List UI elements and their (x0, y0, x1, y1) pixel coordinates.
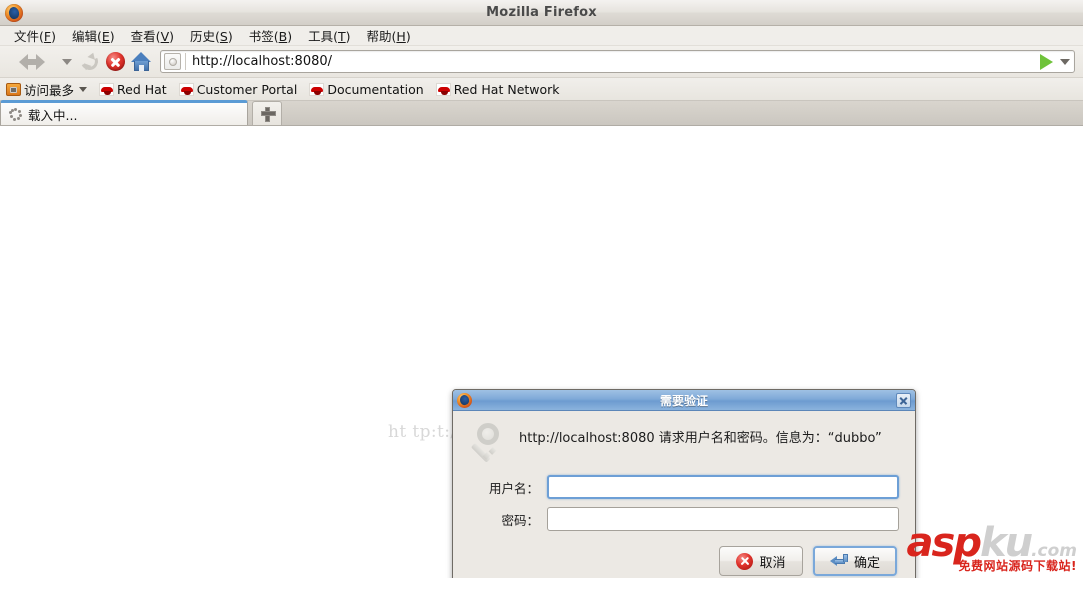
cancel-button[interactable]: 取消 (719, 546, 803, 576)
close-icon[interactable] (896, 392, 911, 408)
username-input[interactable] (547, 475, 899, 499)
menu-history-tail: ) (227, 29, 233, 44)
history-dropdown-button[interactable] (58, 49, 76, 75)
forward-button[interactable] (27, 49, 58, 75)
menu-help-label: 帮助( (366, 29, 397, 44)
dialog-buttons: 取消 确定 (469, 546, 899, 576)
redhat-icon (309, 82, 325, 96)
cancel-button-label: 取消 (759, 555, 786, 571)
chevron-down-icon[interactable] (1060, 58, 1070, 65)
menu-bookmarks-tail: ) (287, 29, 293, 44)
menu-file[interactable]: 文件(F) (6, 25, 64, 46)
menu-file-key: F (43, 29, 52, 44)
folder-icon (6, 82, 21, 96)
loading-spinner-icon (9, 107, 22, 121)
key-icon (469, 423, 511, 463)
reload-icon (78, 50, 100, 73)
bookmark-label: Red Hat Network (453, 81, 560, 97)
menu-edit-tail: ) (109, 29, 115, 44)
menu-file-label: 文件( (14, 29, 44, 44)
new-tab-button[interactable] (252, 101, 282, 125)
password-input[interactable] (547, 507, 899, 531)
aspku-watermark: aspku.com 免费网站源码下载站! (907, 523, 1077, 574)
ok-button[interactable]: 确定 (813, 546, 897, 576)
chevron-down-icon (62, 58, 72, 65)
menu-bookmarks-label: 书签( (248, 29, 279, 44)
menu-view-label: 查看( (130, 29, 161, 44)
menu-view-tail: ) (169, 29, 175, 44)
bookmark-label: 访问最多 (24, 82, 75, 98)
menubar: 文件(F) 编辑(E) 查看(V) 历史(S) 书签(B) 工具(T) 帮助(H… (0, 26, 1083, 46)
menu-help[interactable]: 帮助(H) (359, 25, 419, 46)
dialog-title: 需要验证 (659, 393, 708, 408)
menu-edit[interactable]: 编辑(E) (64, 25, 123, 46)
home-icon (130, 52, 152, 71)
redhat-icon (178, 82, 194, 96)
username-row: 用户名： (469, 475, 899, 499)
menu-view-key: V (160, 29, 170, 44)
dialog-fields: 用户名： 密码： (469, 475, 899, 539)
go-arrow-icon[interactable] (1040, 53, 1053, 70)
menu-edit-label: 编辑( (71, 29, 102, 44)
bookmarks-toolbar: 访问最多 Red Hat Customer Portal Documentati… (0, 78, 1083, 101)
bookmark-label: Documentation (327, 81, 424, 97)
menu-history-key: S (219, 29, 228, 44)
menu-view[interactable]: 查看(V) (123, 25, 182, 46)
menu-bookmarks-key: B (278, 29, 288, 44)
tab-label: 载入中... (28, 107, 78, 123)
chevron-down-icon (79, 86, 88, 92)
reload-button[interactable] (76, 49, 102, 75)
dialog-titlebar: 需要验证 (453, 390, 915, 411)
window-titlebar: Mozilla Firefox (0, 0, 1083, 26)
menu-tools-key: T (337, 29, 346, 44)
page-content: ht tp:t:/o/b/l.ogsdu.ne.t/u/sueinniu559 … (0, 126, 1083, 578)
username-label: 用户名： (488, 480, 539, 496)
tab-loading[interactable]: 载入中... (0, 100, 248, 125)
bookmark-label: Red Hat (117, 81, 167, 97)
redhat-icon (435, 82, 451, 96)
menu-file-tail: ) (51, 29, 56, 44)
bookmark-red-hat[interactable]: Red Hat (99, 82, 174, 97)
enter-arrow-icon (829, 553, 848, 569)
menu-tools-label: 工具( (308, 29, 338, 44)
menu-history[interactable]: 历史(S) (182, 25, 241, 46)
dialog-message: http://localhost:8080 请求用户名和密码。信息为：“dubb… (519, 431, 882, 446)
menu-edit-key: E (101, 29, 110, 44)
address-bar[interactable]: http://localhost:8080/ (160, 50, 1075, 73)
password-row: 密码： (469, 507, 899, 531)
bookmark-most-visited[interactable]: 访问最多 (6, 80, 94, 99)
menu-tools[interactable]: 工具(T) (300, 25, 358, 46)
redhat-icon (99, 82, 115, 96)
globe-icon (164, 53, 181, 70)
cancel-icon (736, 552, 754, 570)
stop-button[interactable] (102, 49, 128, 75)
menu-tools-tail: ) (345, 29, 351, 44)
menu-help-tail: ) (405, 29, 411, 44)
bookmark-label: Customer Portal (196, 81, 298, 97)
stop-icon (105, 52, 125, 71)
dialog-body: http://localhost:8080 请求用户名和密码。信息为：“dubb… (453, 411, 915, 578)
window-title: Mozilla Firefox (486, 5, 597, 20)
password-label: 密码： (501, 512, 539, 528)
tab-bar: 载入中... (0, 100, 1083, 126)
ok-button-label: 确定 (853, 555, 880, 571)
menu-history-label: 历史( (190, 29, 220, 44)
menu-help-key: H (396, 29, 406, 44)
navigation-toolbar: http://localhost:8080/ (0, 46, 1083, 78)
menu-bookmarks[interactable]: 书签(B) (241, 25, 300, 46)
home-button[interactable] (128, 49, 154, 75)
url-text[interactable]: http://localhost:8080/ (192, 54, 1040, 69)
bookmark-red-hat-network[interactable]: Red Hat Network (435, 81, 567, 97)
bookmark-documentation[interactable]: Documentation (309, 82, 430, 97)
plus-icon (260, 107, 276, 122)
dialog-message-row: http://localhost:8080 请求用户名和密码。信息为：“dubb… (469, 423, 899, 463)
auth-dialog: 需要验证 http://localhost:8080 请求用户名和密码。信息为：… (452, 389, 916, 578)
bookmark-customer-portal[interactable]: Customer Portal (178, 81, 305, 97)
url-separator (185, 53, 186, 70)
